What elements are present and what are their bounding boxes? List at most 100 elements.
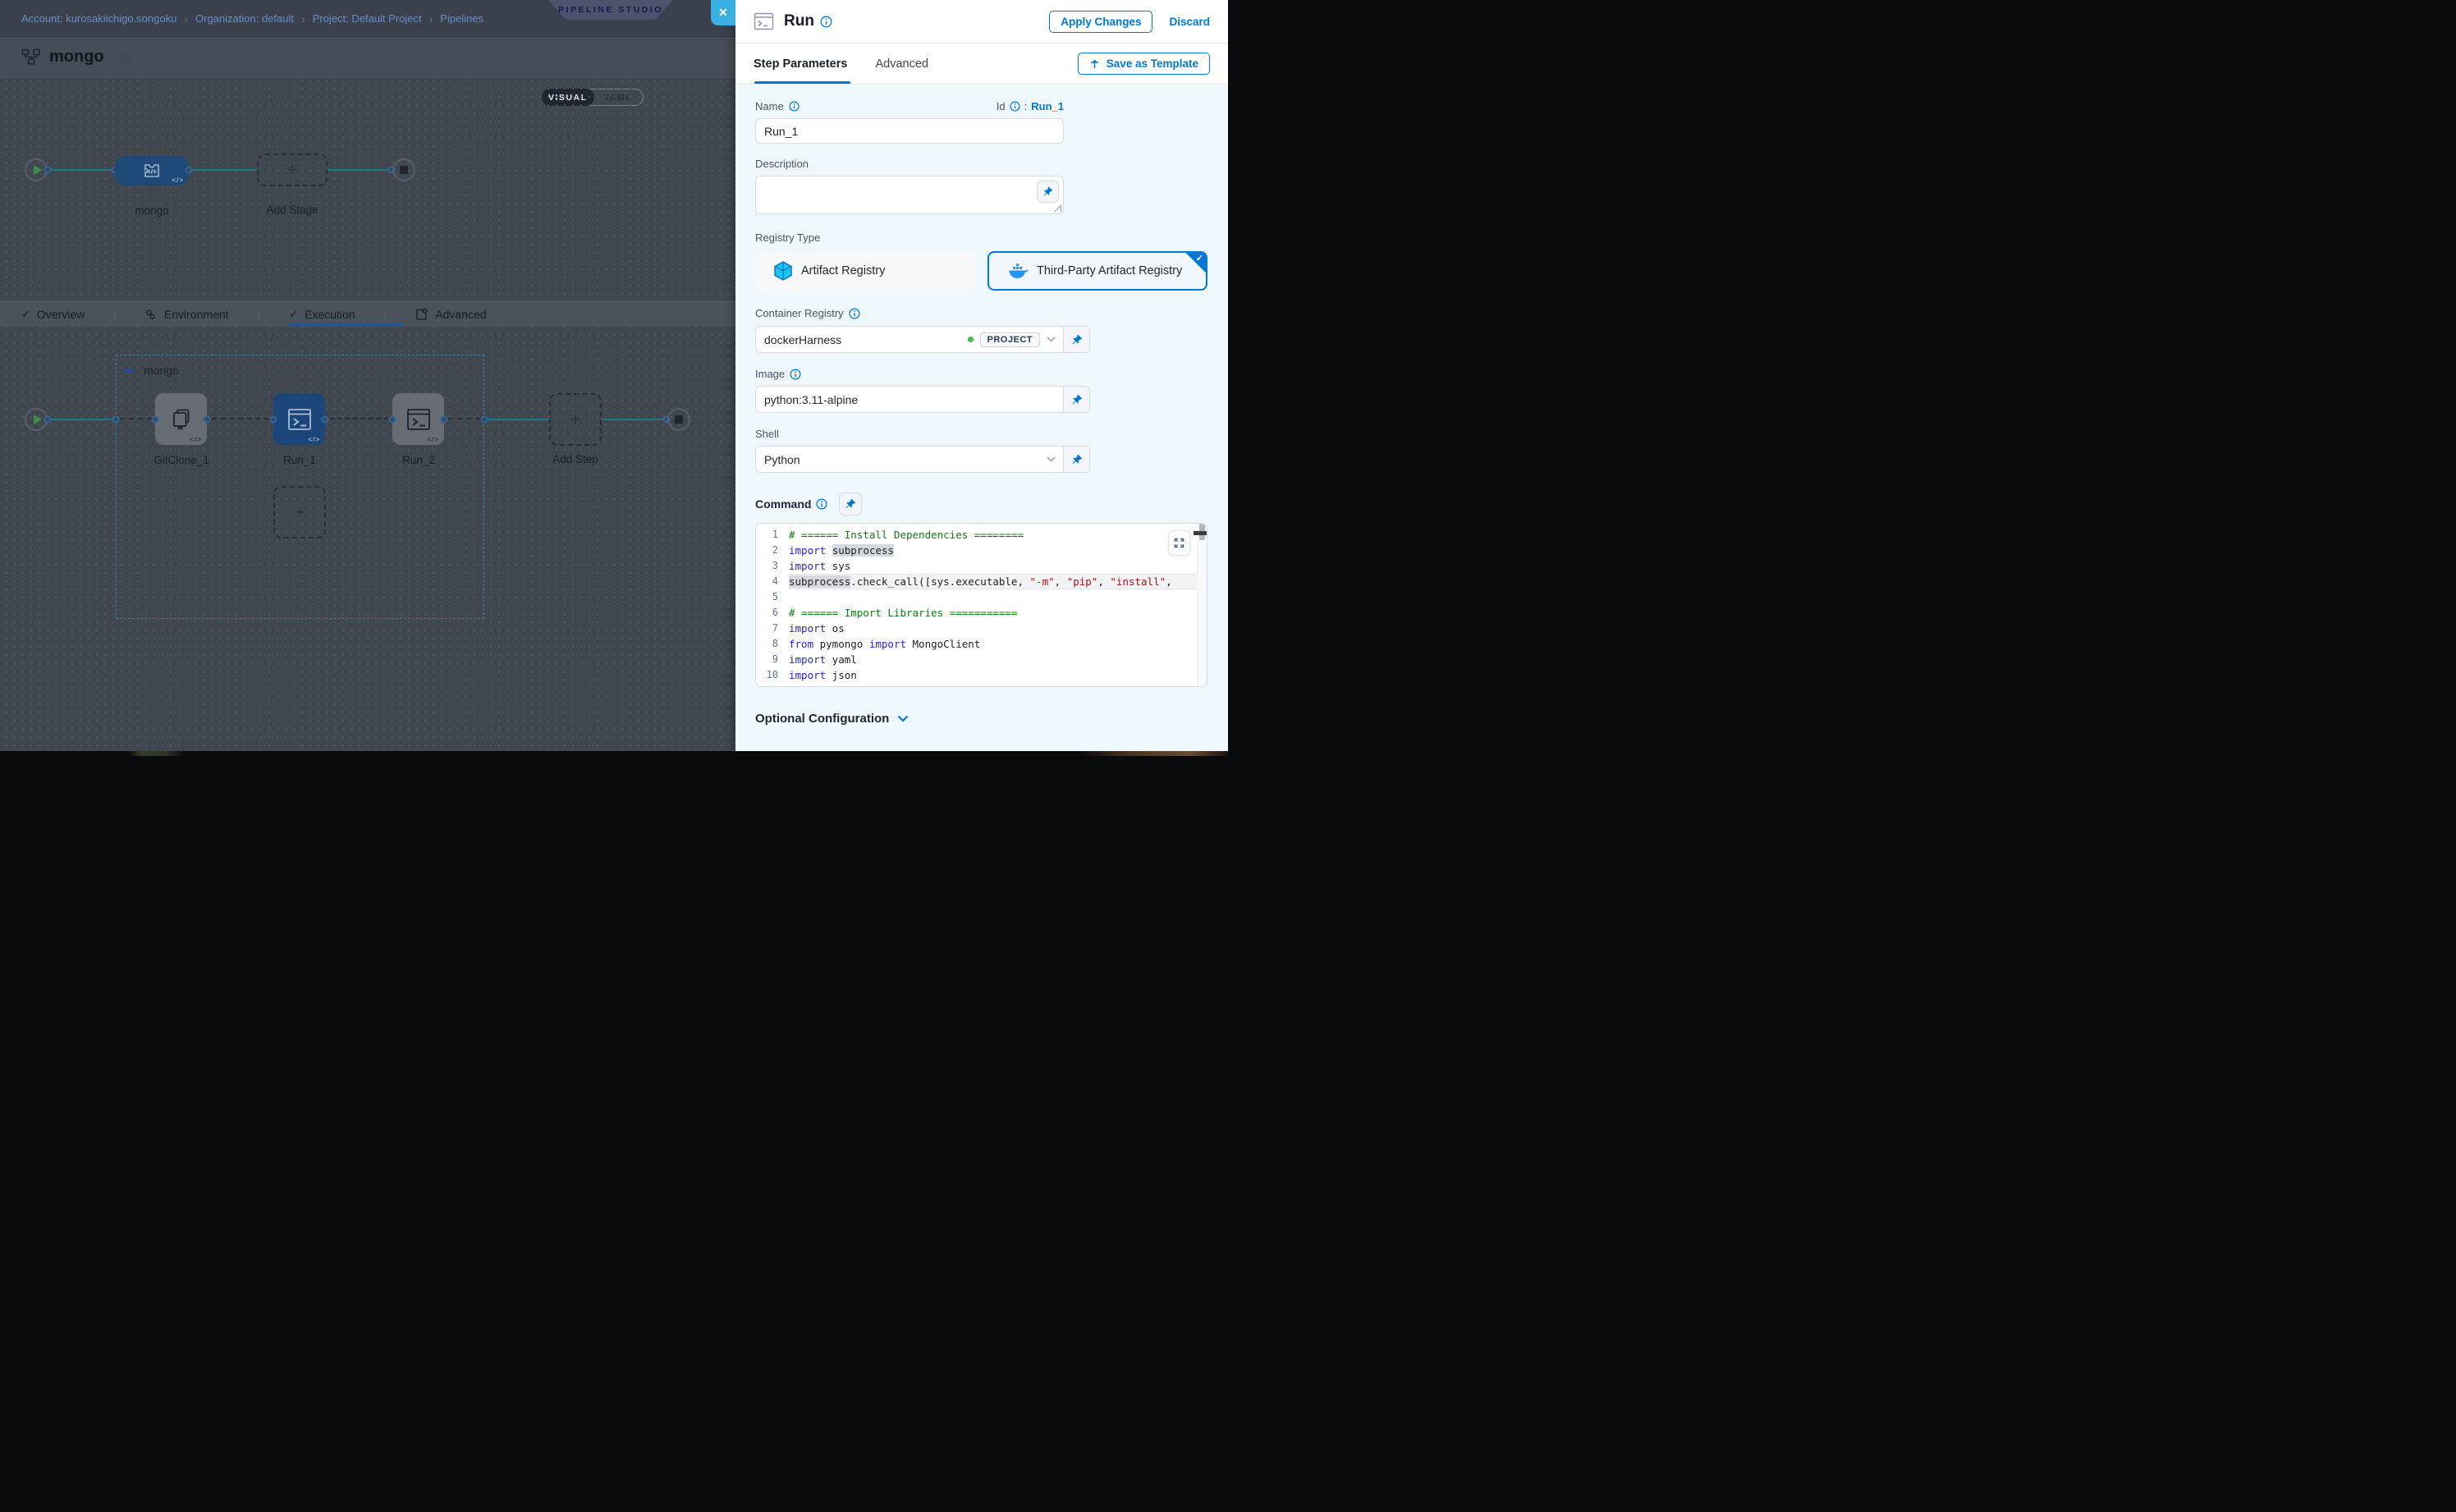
tab-advanced[interactable]: Advanced — [415, 308, 486, 321]
pin-button[interactable] — [1063, 387, 1089, 412]
step-node-run-1[interactable]: </> — [273, 393, 325, 445]
resize-handle[interactable] — [1055, 205, 1061, 212]
add-step-button[interactable]: + — [549, 393, 602, 446]
breadcrumb-account[interactable]: Account: kurosakiichigo.songoku — [21, 12, 176, 25]
drawer-title: Run — [784, 12, 814, 30]
port — [441, 416, 448, 424]
add-stage-button[interactable]: + — [257, 153, 328, 186]
description-input[interactable] — [756, 176, 1063, 213]
pipeline-title-bar: mongo VISUAL YAML — [0, 37, 735, 80]
tab-step-parameters[interactable]: Step Parameters — [754, 57, 847, 71]
chevron-down-icon[interactable] — [1047, 456, 1056, 462]
code-badge: </> — [308, 436, 320, 443]
add-parallel-step-button[interactable]: + — [273, 486, 326, 538]
breadcrumb-separator: › — [429, 12, 433, 25]
info-icon[interactable] — [1010, 101, 1020, 112]
code-line: 5 — [756, 589, 1197, 605]
step-config-drawer: Run Apply Changes Discard Step Parameter… — [735, 0, 1228, 751]
edit-pipeline-icon[interactable] — [120, 51, 133, 64]
port — [152, 416, 159, 424]
collapse-icon[interactable] — [125, 369, 135, 372]
stop-icon — [675, 415, 683, 424]
step-node-gitclone-1[interactable]: </> — [155, 393, 207, 445]
port — [112, 416, 120, 424]
breadcrumb-organization[interactable]: Organization: default — [195, 12, 294, 25]
step-label: Run_1 — [283, 454, 316, 466]
apply-changes-button[interactable]: Apply Changes — [1049, 11, 1152, 33]
description-field-wrap — [755, 176, 1064, 214]
option-artifact-registry[interactable]: Artifact Registry — [755, 251, 975, 291]
docker-icon — [1008, 263, 1028, 279]
step-node-run-2[interactable]: </> — [392, 393, 444, 445]
drawer-tab-bar: Step Parameters Advanced Save as Templat… — [735, 44, 1228, 85]
port — [44, 416, 52, 424]
image-label: Image — [755, 368, 1207, 380]
optional-configuration-toggle[interactable]: Optional Configuration — [755, 712, 1207, 726]
chevron-down-icon[interactable] — [1047, 337, 1056, 342]
info-icon[interactable] — [789, 101, 800, 112]
breadcrumb-project[interactable]: Project: Default Project — [313, 12, 422, 25]
tab-advanced-drawer[interactable]: Advanced — [875, 57, 928, 71]
code-line: 4subprocess.check_call([sys.executable, … — [756, 574, 1197, 589]
breadcrumb: Account: kurosakiichigo.songoku › Organi… — [21, 0, 483, 37]
active-drawer-tab-indicator — [754, 81, 850, 84]
plus-icon: + — [570, 410, 581, 428]
code-line: 10import json — [756, 667, 1197, 683]
option-third-party-artifact-registry[interactable]: Third-Party Artifact Registry ✓ — [987, 251, 1207, 291]
check-icon: ✓ — [1196, 253, 1203, 263]
container-registry-value[interactable]: dockerHarness — [756, 333, 968, 346]
connector-line — [192, 169, 257, 171]
info-icon[interactable] — [816, 498, 827, 510]
code-badge: </> — [172, 176, 184, 184]
registry-type-label: Registry Type — [755, 231, 1207, 244]
tab-execution[interactable]: ✓ Execution — [289, 308, 355, 321]
play-icon — [34, 165, 42, 175]
code-line: 2import subprocess — [756, 543, 1197, 558]
chevron-right-icon: › — [112, 303, 117, 326]
discard-button[interactable]: Discard — [1169, 16, 1210, 28]
editor-scrollbar[interactable] — [1198, 524, 1207, 686]
active-tab-indicator — [289, 323, 403, 327]
name-input[interactable] — [755, 118, 1064, 144]
step-id: Id : Run_1 — [997, 100, 1064, 112]
check-icon: ✓ — [21, 308, 30, 321]
info-icon[interactable] — [820, 16, 832, 28]
shell-value[interactable]: Python — [756, 453, 1047, 466]
close-drawer-button[interactable]: ✕ — [711, 0, 735, 25]
stage-group-header[interactable]: mongo — [125, 364, 179, 377]
code-line: 7import os — [756, 621, 1197, 636]
tab-environment[interactable]: Environment — [145, 308, 229, 321]
description-label: Description — [755, 158, 1207, 170]
code-badge: </> — [427, 436, 439, 443]
command-editor[interactable]: 1# ====== Install Dependencies ========2… — [755, 523, 1207, 687]
step-id-value[interactable]: Run_1 — [1031, 100, 1064, 112]
execution-end-node — [667, 408, 690, 431]
pin-button[interactable] — [1063, 447, 1089, 472]
artifact-registry-icon — [774, 261, 792, 281]
stage-node-mongo[interactable]: </> — [115, 156, 189, 186]
pin-button[interactable] — [839, 493, 862, 515]
pin-button[interactable] — [1063, 327, 1089, 352]
run-step-icon — [754, 12, 774, 30]
info-icon[interactable] — [790, 369, 801, 380]
overview-ruler-mark — [1194, 531, 1207, 535]
pin-button[interactable] — [1037, 181, 1059, 203]
container-registry-label: Container Registry — [755, 307, 1207, 319]
advanced-icon — [415, 308, 428, 321]
command-label: Command — [755, 497, 827, 511]
port — [204, 416, 211, 424]
info-icon[interactable] — [849, 308, 860, 319]
port — [389, 416, 396, 424]
upload-icon — [1089, 58, 1100, 70]
expand-editor-button[interactable] — [1168, 530, 1190, 556]
tab-overview[interactable]: ✓ Overview — [21, 308, 85, 321]
plus-icon: + — [287, 161, 298, 179]
studio-canvas-region: Account: kurosakiichigo.songoku › Organi… — [0, 0, 735, 751]
top-nav-bar: Account: kurosakiichigo.songoku › Organi… — [0, 0, 735, 37]
breadcrumb-pipelines[interactable]: Pipelines — [440, 12, 483, 25]
code-badge: </> — [190, 436, 202, 443]
image-value[interactable]: python:3.11-alpine — [756, 393, 1063, 406]
connector-line — [602, 419, 663, 420]
save-as-template-button[interactable]: Save as Template — [1078, 53, 1210, 75]
stage-config-tabs: ✓ Overview › Environment › ✓ Execution › — [0, 301, 735, 327]
